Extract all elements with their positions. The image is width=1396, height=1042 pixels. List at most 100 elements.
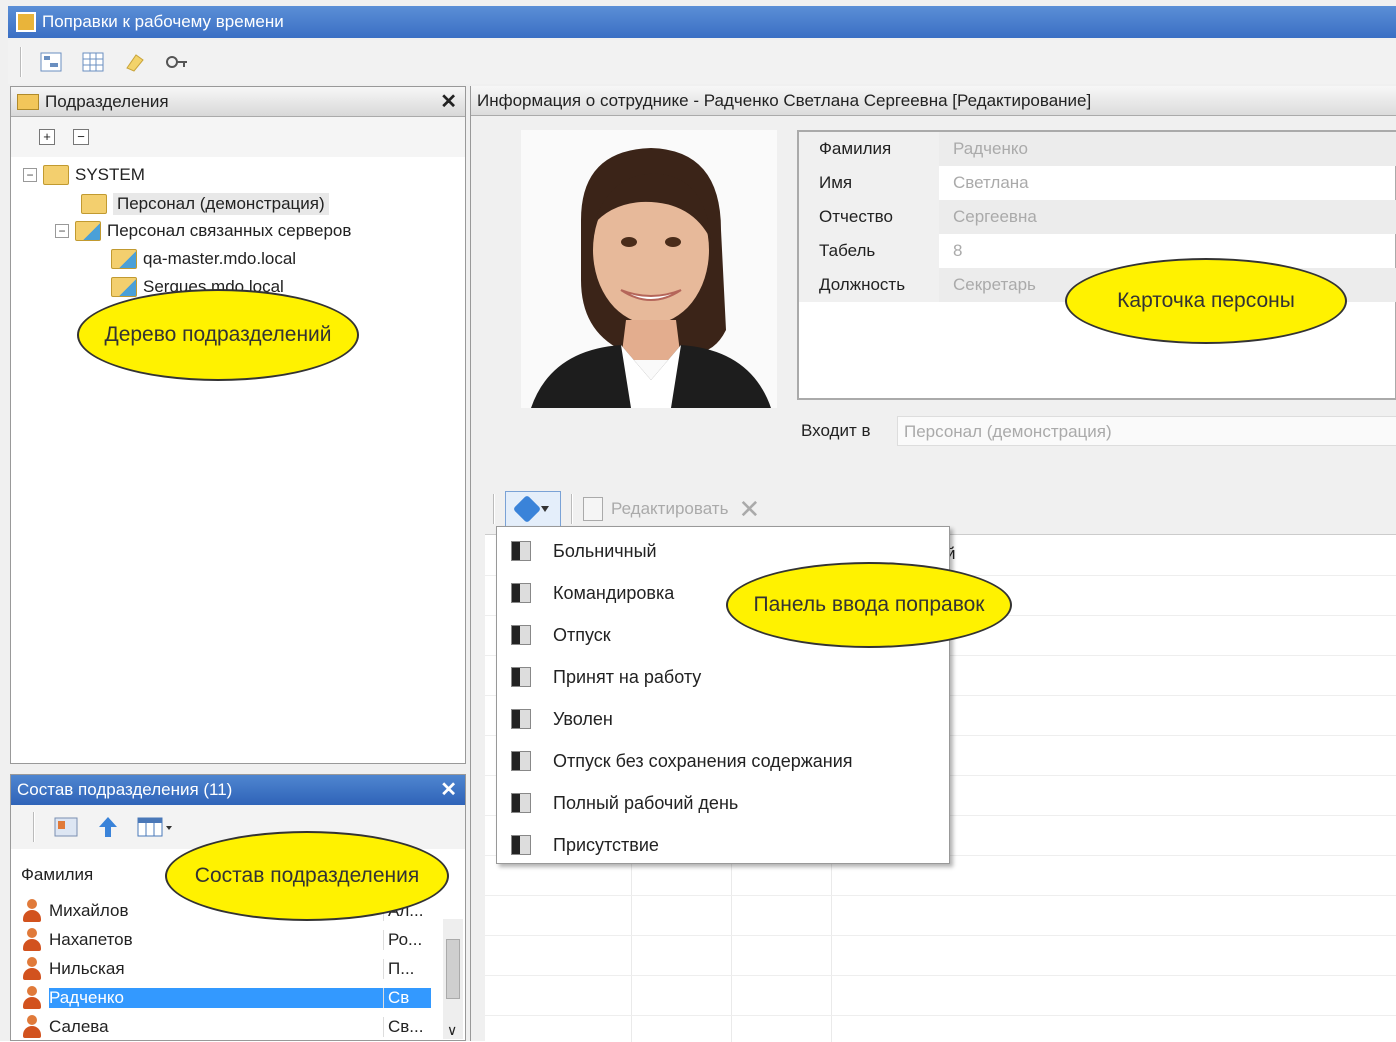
close-icon[interactable]: ✕ (440, 777, 457, 802)
member-surname: Нильская (49, 959, 125, 978)
field-label: Отчество (799, 200, 939, 234)
close-icon[interactable]: ✕ (440, 89, 457, 114)
delete-icon[interactable]: ✕ (738, 494, 760, 525)
vertical-scrollbar[interactable]: ∨ (443, 919, 463, 1039)
members-panel: Состав подразделения (11) ✕ Фамилия Миха… (10, 774, 466, 1041)
tree-node-label: SYSTEM (75, 165, 145, 184)
table-row[interactable]: Нильская П... (21, 955, 441, 983)
tree-toolbar: + − (11, 117, 465, 157)
callout-adjustments-panel: Панель ввода поправок (726, 562, 1012, 648)
toolbar-separator (571, 494, 573, 524)
grid-row-line (485, 1015, 1396, 1016)
menu-item-presence[interactable]: Присутствие (497, 825, 949, 865)
app-window: Поправки к рабочему времени Подразделени… (0, 0, 1396, 1042)
member-surname: Нахапетов (49, 930, 133, 949)
edit-button[interactable]: Редактировать (583, 497, 728, 521)
grid-row-line (485, 975, 1396, 976)
callout-department-tree: Дерево подразделений (77, 289, 359, 381)
grid-row-line (485, 895, 1396, 896)
patronymic-field[interactable]: Сергеевна (939, 200, 1396, 234)
menu-item-label: Отпуск без сохранения содержания (553, 750, 853, 771)
tree-node-system[interactable]: − SYSTEM (23, 165, 145, 185)
columns-icon[interactable] (137, 815, 175, 839)
employee-header-title: Информация о сотруднике - Радченко Светл… (477, 90, 1092, 110)
sick-leave-icon (511, 541, 531, 561)
person-card: Фамилия Радченко Имя Светлана Отчество С… (797, 130, 1396, 400)
collapse-icon[interactable]: − (23, 168, 37, 182)
callout-person-card: Карточка персоны (1065, 258, 1347, 344)
departments-panel: Подразделения ✕ + − − SYSTEM Персонал (д… (10, 86, 466, 764)
member-position: Св... (383, 1017, 431, 1037)
edit-button-label: Редактировать (611, 499, 729, 518)
member-position: П... (383, 959, 431, 979)
menu-item-label: Уволен (553, 708, 613, 729)
person-icon (21, 957, 43, 981)
field-tab-number: Табель 8 (799, 234, 1396, 268)
scroll-down-icon[interactable]: ∨ (447, 1022, 457, 1039)
tree-node-label: Персонал (демонстрация) (113, 193, 329, 215)
column-header-surname[interactable]: Фамилия (21, 865, 93, 885)
key-icon[interactable] (164, 50, 190, 74)
menu-item-full-day[interactable]: Полный рабочий день (497, 783, 949, 823)
menu-item-dismissed[interactable]: Уволен (497, 699, 949, 739)
vacation-icon (511, 625, 531, 645)
menu-item-label: Отпуск (553, 624, 611, 645)
card-icon[interactable] (53, 815, 79, 839)
belongs-to-field[interactable]: Персонал (демонстрация) (897, 416, 1396, 446)
menu-item-label: Полный рабочий день (553, 792, 739, 813)
tree-node-linked-servers[interactable]: − Персонал связанных серверов (55, 221, 351, 241)
collapse-all-icon[interactable]: − (73, 129, 89, 145)
person-icon (21, 928, 43, 952)
first-name-field[interactable]: Светлана (939, 166, 1396, 200)
server-folder-icon (111, 249, 137, 269)
menu-item-label: Присутствие (553, 834, 659, 855)
menu-item-label: Командировка (553, 582, 675, 603)
menu-item-hired[interactable]: Принят на работу (497, 657, 949, 697)
scroll-thumb[interactable] (446, 939, 460, 999)
dropdown-arrow-icon (541, 506, 549, 512)
tree-node-demo-staff[interactable]: Персонал (демонстрация) (81, 193, 329, 215)
grid-icon[interactable] (80, 50, 106, 74)
departments-header: Подразделения ✕ (11, 87, 465, 117)
toolbar-separator (20, 47, 22, 77)
field-label: Имя (799, 166, 939, 200)
business-trip-icon (511, 583, 531, 603)
menu-item-label: Больничный (553, 540, 657, 561)
full-day-icon (511, 793, 531, 813)
server-folder-icon (111, 277, 137, 297)
employee-photo (521, 130, 777, 408)
table-row[interactable]: Салева Св... (21, 1013, 441, 1041)
field-label: Фамилия (799, 132, 939, 166)
field-label: Должность (799, 268, 939, 302)
belongs-to-label: Входит в (801, 421, 871, 440)
tree-node-qa-master[interactable]: qa-master.mdo.local (111, 249, 296, 269)
folder-icon (81, 194, 107, 214)
dismissed-icon (511, 709, 531, 729)
members-header: Состав подразделения (11) ✕ (11, 775, 465, 805)
field-surname: Фамилия Радченко (799, 132, 1396, 166)
table-row-selected[interactable]: Радченко Св (21, 984, 441, 1012)
member-surname: Радченко (49, 988, 383, 1008)
server-folder-icon (75, 221, 101, 241)
members-title: Состав подразделения (11) (17, 780, 233, 799)
member-position: Св (383, 988, 431, 1008)
add-adjustment-button[interactable] (505, 491, 561, 527)
person-icon (21, 986, 43, 1010)
collapse-icon[interactable]: − (55, 224, 69, 238)
toolbar-separator (33, 812, 35, 842)
main-toolbar (8, 40, 1396, 84)
up-arrow-icon[interactable] (97, 815, 119, 839)
folder-icon (17, 93, 39, 110)
notes-icon[interactable] (122, 50, 148, 74)
employee-header: Информация о сотруднике - Радченко Светл… (471, 86, 1396, 116)
belongs-to-row: Входит в Персонал (демонстрация) (801, 416, 1396, 446)
surname-field[interactable]: Радченко (939, 132, 1396, 166)
menu-item-unpaid-leave[interactable]: Отпуск без сохранения содержания (497, 741, 949, 781)
menu-item-label: Принят на работу (553, 666, 702, 687)
tree-icon[interactable] (38, 50, 64, 74)
table-row[interactable]: Нахапетов Ро... (21, 926, 441, 954)
person-icon (21, 1015, 43, 1039)
expand-all-icon[interactable]: + (39, 129, 55, 145)
presence-icon (511, 835, 531, 855)
window-title: Поправки к рабочему времени (42, 12, 284, 31)
